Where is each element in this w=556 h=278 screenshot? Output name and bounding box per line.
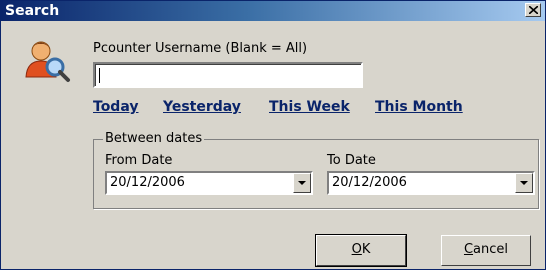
link-this-month[interactable]: This Month [375, 99, 463, 115]
ok-button[interactable]: OK [315, 234, 407, 267]
chevron-down-icon [520, 181, 528, 185]
chevron-down-icon [298, 181, 306, 185]
cancel-label-rest: ancel [473, 242, 509, 257]
between-dates-label: Between dates [103, 131, 205, 146]
from-date-label: From Date [105, 153, 173, 168]
from-date-dropdown-button[interactable] [293, 173, 311, 193]
username-label: Pcounter Username (Blank = All) [93, 41, 308, 56]
link-today[interactable]: Today [93, 99, 138, 115]
from-date-select[interactable]: 20/12/2006 [105, 171, 313, 195]
cancel-button[interactable]: Cancel [441, 235, 531, 266]
close-icon [529, 6, 538, 14]
user-magnifier-icon [25, 41, 70, 82]
window-title: Search [5, 3, 60, 19]
to-date-label: To Date [327, 153, 376, 168]
from-date-value: 20/12/2006 [110, 175, 185, 190]
link-this-week[interactable]: This Week [269, 99, 350, 115]
close-button[interactable] [525, 3, 541, 17]
link-yesterday[interactable]: Yesterday [163, 99, 241, 115]
search-dialog: Search Pcounter Username (Blank = All) T… [0, 0, 546, 270]
ok-label-rest: K [361, 242, 371, 257]
username-input[interactable] [93, 62, 363, 88]
title-bar[interactable]: Search [1, 1, 545, 21]
cancel-accel: C [463, 242, 474, 257]
to-date-select[interactable]: 20/12/2006 [327, 171, 535, 195]
to-date-dropdown-button[interactable] [515, 173, 533, 193]
text-caret [99, 68, 100, 83]
to-date-value: 20/12/2006 [332, 175, 407, 190]
ok-accel: O [351, 242, 362, 257]
